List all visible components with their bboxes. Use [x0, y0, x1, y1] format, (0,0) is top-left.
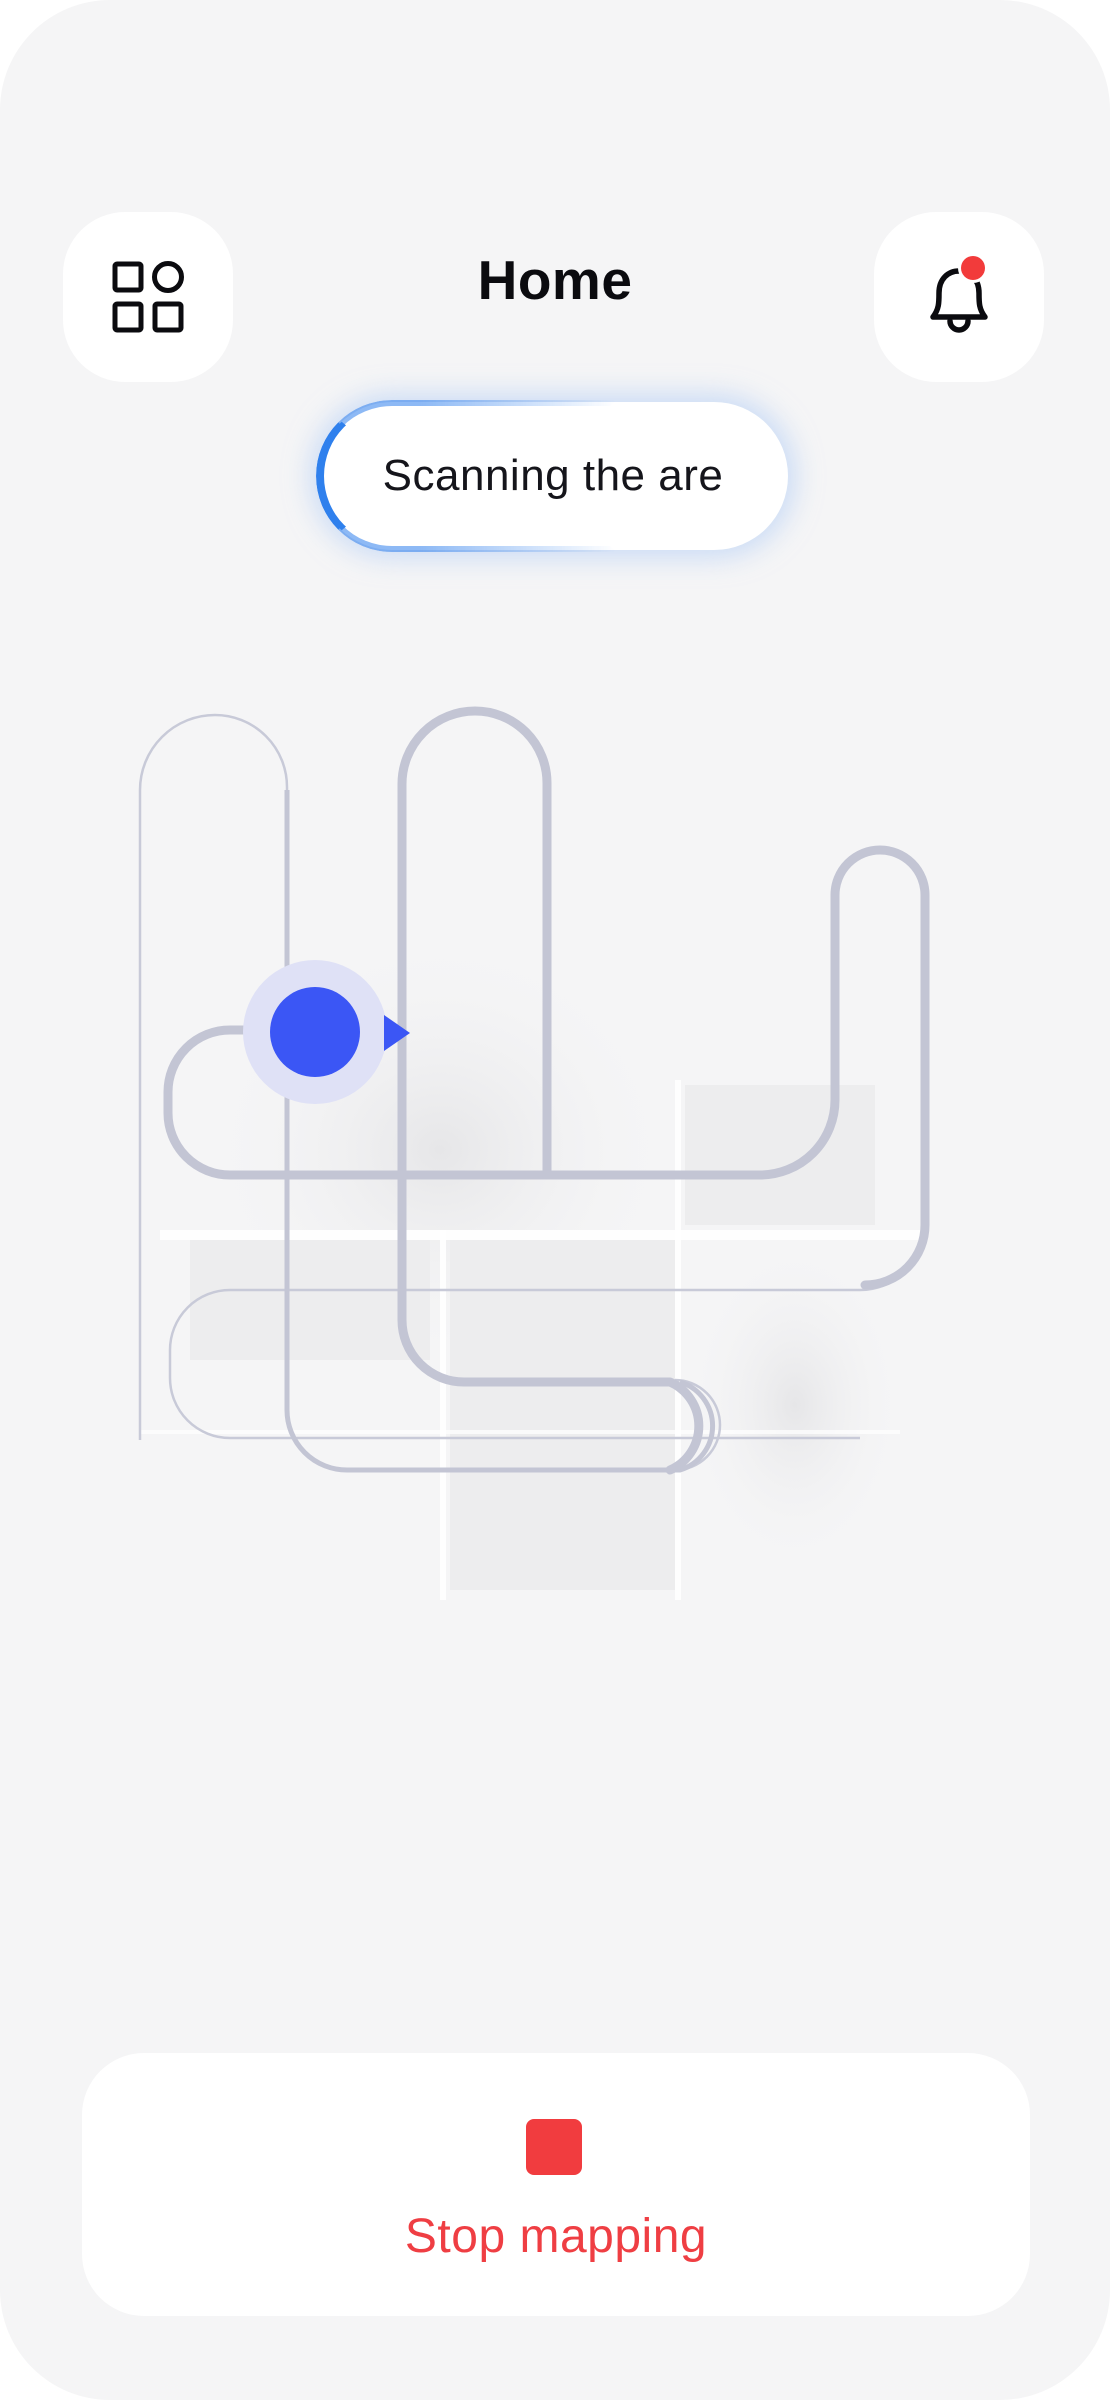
stop-mapping-label: Stop mapping — [404, 2210, 708, 2263]
stop-square-icon — [526, 2119, 582, 2175]
notification-dot — [961, 256, 985, 280]
robot-position-dot — [270, 987, 360, 1077]
stop-mapping-button[interactable]: Stop mapping — [82, 2053, 1030, 2316]
scanning-status-text: Scanning the are — [382, 451, 724, 500]
scanning-status: Scanning the are — [316, 400, 788, 552]
notifications-button[interactable] — [874, 212, 1044, 382]
bell-icon — [930, 255, 988, 333]
mapping-screen: Home Scanning the are Stop mapping — [0, 0, 1110, 2400]
